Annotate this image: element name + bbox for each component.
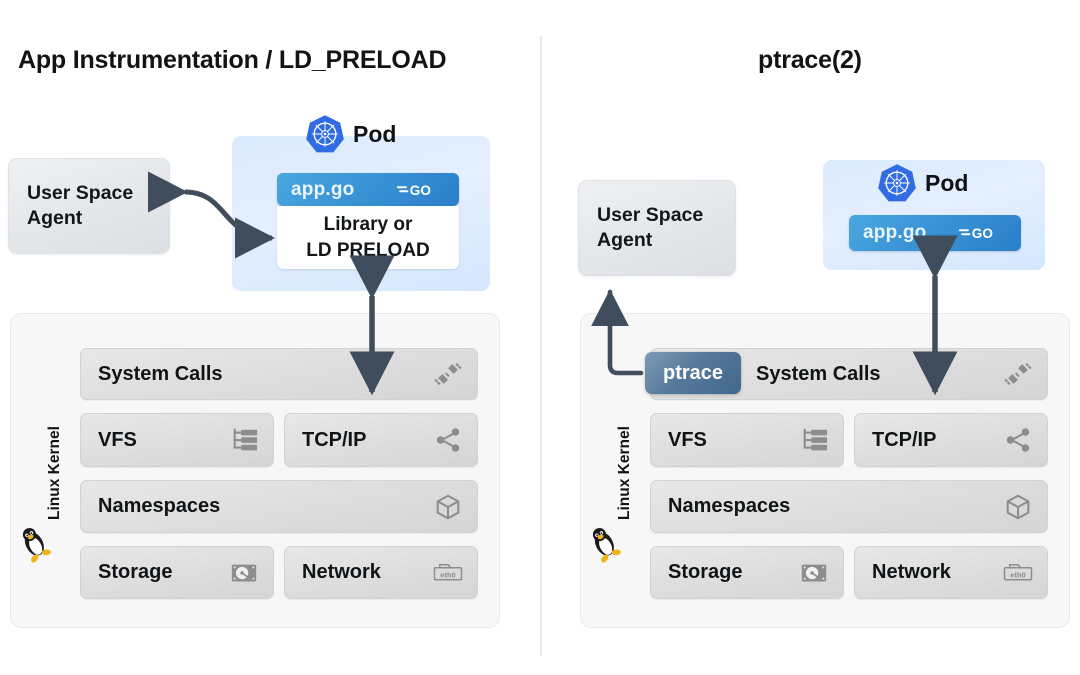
right-pod-header: Pod	[877, 163, 968, 203]
left-krow-vfs[interactable]: VFS	[80, 413, 274, 467]
left-panel-title: App Instrumentation / LD_PRELOAD	[18, 46, 447, 74]
right-krow-vfs[interactable]: VFS	[650, 413, 844, 467]
right-krow-namespaces[interactable]: Namespaces	[650, 480, 1048, 533]
left-agent-line2: Agent	[27, 207, 83, 229]
hard-disk-icon	[229, 558, 259, 588]
kubernetes-icon	[878, 164, 916, 202]
plug-connector-icon	[1003, 359, 1033, 389]
right-krow-system-calls-label: System Calls	[756, 362, 881, 385]
left-krow-storage[interactable]: Storage	[80, 546, 274, 599]
left-pod-label: Pod	[353, 120, 397, 147]
left-krow-storage-label: Storage	[98, 561, 173, 583]
svg-text:GO: GO	[972, 226, 993, 241]
right-user-space-agent[interactable]: User Space Agent	[578, 180, 736, 276]
right-agent-line2: Agent	[597, 229, 653, 251]
left-agent-line1: User Space	[27, 182, 134, 205]
right-kernel-label: Linux Kernel	[616, 426, 633, 520]
left-user-space-agent[interactable]: User Space Agent	[8, 158, 170, 254]
left-krow-tcpip[interactable]: TCP/IP	[284, 413, 478, 467]
left-krow-tcpip-label: TCP/IP	[302, 428, 367, 451]
plug-connector-icon	[433, 359, 463, 389]
file-tree-icon	[799, 425, 829, 455]
nic-eth0-text: eth0	[1010, 570, 1025, 579]
left-krow-vfs-label: VFS	[98, 428, 137, 451]
right-krow-storage[interactable]: Storage	[650, 546, 844, 599]
right-krow-network[interactable]: Network eth0	[854, 546, 1048, 599]
svg-text:GO: GO	[410, 182, 431, 197]
right-panel-title: ptrace(2)	[758, 46, 862, 74]
file-tree-icon	[229, 425, 259, 455]
right-krow-storage-label: Storage	[668, 561, 743, 583]
left-agent-label: User Space Agent	[27, 181, 133, 231]
left-pod-header: Pod	[305, 114, 396, 154]
left-krow-system-calls-label: System Calls	[98, 362, 223, 385]
nic-eth0-icon: eth0	[433, 558, 463, 588]
left-library-box: Library or LD PRELOAD	[277, 206, 459, 269]
ptrace-badge-label: ptrace	[662, 361, 724, 384]
right-appgo-bar[interactable]: app.go GO	[849, 215, 1021, 251]
share-network-icon	[433, 425, 463, 455]
ptrace-badge[interactable]: ptrace	[645, 352, 741, 394]
golang-icon: GO	[959, 226, 993, 241]
left-library-line1: Library or	[323, 214, 413, 236]
cube-icon	[1003, 492, 1033, 522]
left-krow-namespaces[interactable]: Namespaces	[80, 480, 478, 533]
kubernetes-icon	[306, 115, 344, 153]
share-network-icon	[1003, 425, 1033, 455]
right-krow-vfs-label: VFS	[668, 428, 707, 451]
left-library-line2: LD PRELOAD	[306, 239, 430, 261]
right-agent-label: User Space Agent	[597, 203, 703, 253]
linux-tux-icon	[592, 528, 621, 563]
panel-divider	[540, 36, 542, 656]
left-appgo-filename: app.go	[291, 178, 355, 200]
nic-eth0-text: eth0	[440, 570, 455, 579]
left-krow-network[interactable]: Network eth0	[284, 546, 478, 599]
right-krow-tcpip-label: TCP/IP	[872, 428, 937, 451]
right-pod-label: Pod	[925, 169, 969, 196]
left-appgo-bar[interactable]: app.go GO	[277, 173, 459, 206]
right-krow-network-label: Network	[872, 561, 951, 583]
left-krow-network-label: Network	[302, 561, 381, 583]
nic-eth0-icon: eth0	[1003, 558, 1033, 588]
right-krow-namespaces-label: Namespaces	[668, 495, 791, 517]
right-krow-tcpip[interactable]: TCP/IP	[854, 413, 1048, 467]
linux-tux-icon	[22, 528, 51, 563]
right-agent-line1: User Space	[597, 204, 704, 227]
left-kernel-label: Linux Kernel	[46, 426, 63, 520]
golang-icon: GO	[397, 182, 431, 197]
diagram-canvas: App Instrumentation / LD_PRELOAD User Sp…	[0, 0, 1080, 675]
hard-disk-icon	[799, 558, 829, 588]
right-appgo-filename: app.go	[863, 222, 927, 243]
cube-icon	[433, 492, 463, 522]
left-krow-system-calls[interactable]: System Calls	[80, 348, 478, 400]
left-krow-namespaces-label: Namespaces	[98, 495, 221, 517]
